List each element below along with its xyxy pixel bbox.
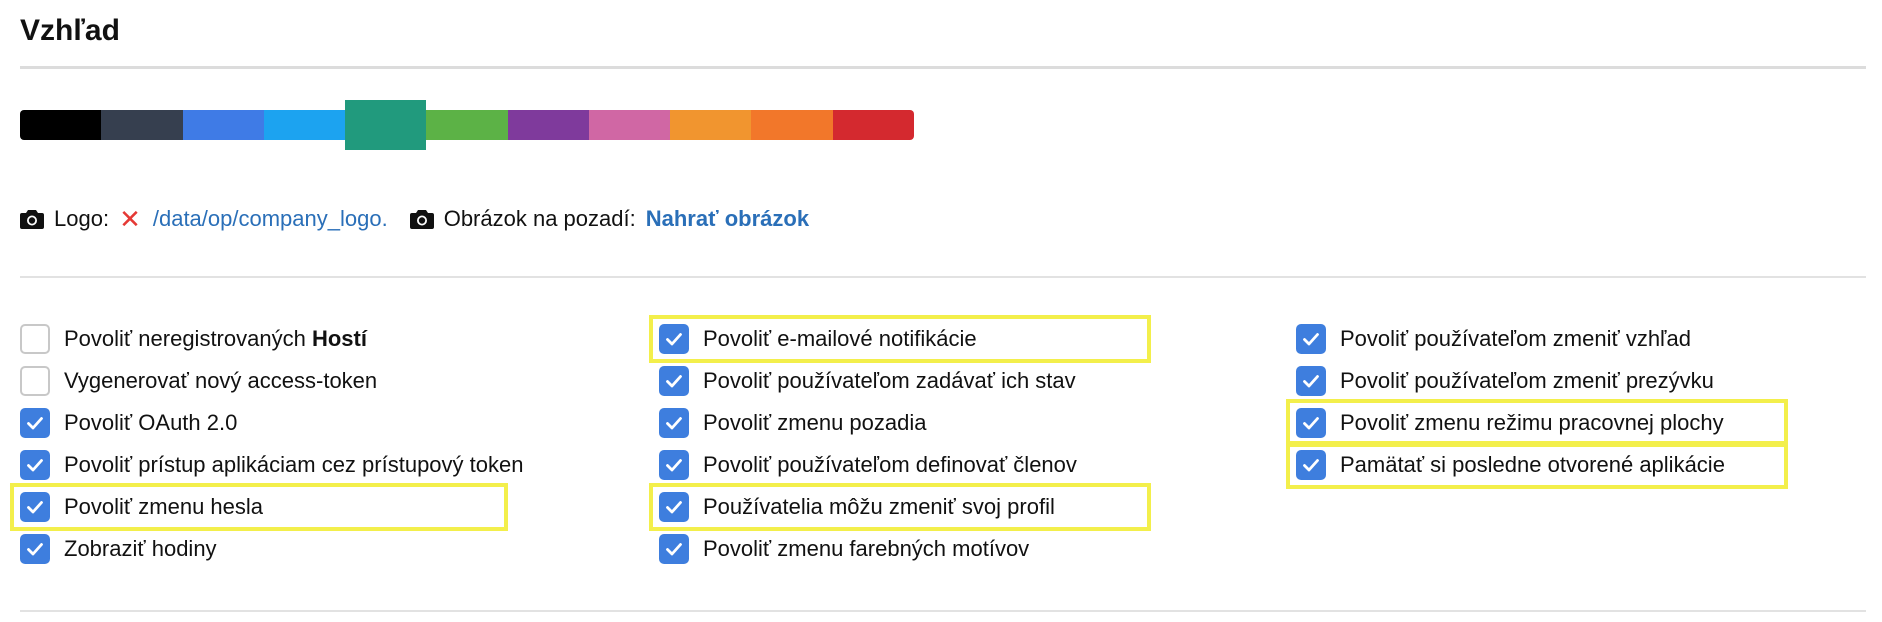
checkbox-checked[interactable] <box>659 534 689 564</box>
checkbox-checked[interactable] <box>20 450 50 480</box>
camera-icon <box>409 209 434 229</box>
remove-logo-icon[interactable]: ✕ <box>119 206 141 232</box>
option-label: Povoliť prístup aplikáciam cez prístupov… <box>64 452 524 477</box>
option-row[interactable]: Povoliť neregistrovaných Hostí <box>20 318 523 360</box>
option-label: Povoliť zmenu farebných motívov <box>703 536 1030 561</box>
option-label: Povoliť OAuth 2.0 <box>64 410 238 435</box>
option-label: Povoliť zmenu režimu pracovnej plochy <box>1340 410 1724 435</box>
option-label: Povoliť používateľom definovať členov <box>703 452 1077 477</box>
color-swatch[interactable] <box>263 110 346 140</box>
color-swatch[interactable] <box>751 110 833 140</box>
checkbox-checked[interactable] <box>659 450 689 480</box>
option-row[interactable]: Vygenerovať nový access-token <box>20 360 523 402</box>
option-label: Pamätať si posledne otvorené aplikácie <box>1340 452 1725 477</box>
checkbox-checked[interactable] <box>659 408 689 438</box>
checkbox-unchecked[interactable] <box>20 366 50 396</box>
background-label: Obrázok na pozadí: <box>443 206 636 231</box>
options-divider <box>20 276 1866 278</box>
color-swatch[interactable] <box>182 110 264 140</box>
camera-icon <box>20 209 44 229</box>
color-swatch[interactable] <box>832 110 914 140</box>
checkbox-checked[interactable] <box>1296 408 1326 438</box>
logo-path-link[interactable]: /data/op/company_logo. <box>153 206 388 232</box>
checkbox-checked[interactable] <box>20 408 50 438</box>
color-palette <box>20 100 914 150</box>
option-label: Povoliť používateľom zmeniť vzhľad <box>1340 326 1691 351</box>
color-swatch[interactable] <box>426 110 508 140</box>
option-row[interactable]: Používatelia môžu zmeniť svoj profil <box>649 483 1151 531</box>
option-row[interactable]: Povoliť používateľom zmeniť prezývku <box>1296 360 1725 402</box>
option-row[interactable]: Povoliť e-mailové notifikácie <box>649 315 1151 363</box>
option-label: Povoliť zmenu pozadia <box>703 410 927 435</box>
option-row[interactable]: Povoliť zmenu pozadia <box>659 402 1077 444</box>
color-swatch[interactable] <box>101 110 183 140</box>
option-label: Povoliť zmenu hesla <box>64 494 264 519</box>
title-divider <box>20 66 1866 69</box>
option-label: Povoliť používateľom zadávať ich stav <box>703 368 1076 393</box>
option-label: Povoliť neregistrovaných Hostí <box>64 326 367 351</box>
checkbox-checked[interactable] <box>659 492 689 522</box>
option-row[interactable]: Pamätať si posledne otvorené aplikácie <box>1286 441 1788 489</box>
option-label: Povoliť používateľom zmeniť prezývku <box>1340 368 1714 393</box>
color-swatch[interactable] <box>670 110 752 140</box>
option-row[interactable]: Povoliť zmenu režimu pracovnej plochy <box>1286 399 1788 447</box>
option-label: Používatelia môžu zmeniť svoj profil <box>703 494 1055 519</box>
checkbox-unchecked[interactable] <box>20 324 50 354</box>
color-swatch[interactable] <box>588 110 671 140</box>
options-column-1: Povoliť neregistrovaných Hostí Vygenerova… <box>10 318 523 570</box>
checkbox-checked[interactable] <box>20 534 50 564</box>
image-settings-row: Logo: ✕ /data/op/company_logo. Obrázok n… <box>20 204 809 234</box>
section-title: Vzhľad <box>20 14 120 47</box>
option-row[interactable]: Povoliť OAuth 2.0 <box>20 402 523 444</box>
color-swatch[interactable] <box>345 100 427 150</box>
option-row[interactable]: Zobraziť hodiny <box>20 528 523 570</box>
color-swatch[interactable] <box>507 110 589 140</box>
upload-background-link[interactable]: Nahrať obrázok <box>646 206 809 232</box>
checkbox-checked[interactable] <box>1296 450 1326 480</box>
option-row[interactable]: Povoliť zmenu hesla <box>10 483 523 531</box>
checkbox-checked[interactable] <box>659 324 689 354</box>
checkbox-checked[interactable] <box>659 366 689 396</box>
option-label: Povoliť e-mailové notifikácie <box>703 326 977 351</box>
appearance-settings: Vzhľad Logo: ✕ /data/op/company_logo. Ob… <box>0 0 1882 622</box>
option-row[interactable]: Povoliť používateľom zmeniť vzhľad <box>1296 318 1725 360</box>
option-label: Vygenerovať nový access-token <box>64 368 378 393</box>
option-row[interactable]: Povoliť prístup aplikáciam cez prístupov… <box>20 444 523 486</box>
option-row[interactable]: Povoliť používateľom definovať členov <box>659 444 1077 486</box>
option-row[interactable]: Povoliť zmenu farebných motívov <box>659 528 1077 570</box>
bottom-divider <box>20 610 1866 612</box>
logo-label: Logo: <box>54 206 110 231</box>
option-label-bold: Hostí <box>311 326 367 351</box>
option-row[interactable]: Povoliť používateľom zadávať ich stav <box>659 360 1077 402</box>
color-swatch[interactable] <box>20 110 102 140</box>
options-column-2: Povoliť e-mailové notifikácie Povoliť pou… <box>649 315 1151 570</box>
options-column-3: Povoliť používateľom zmeniť vzhľad Povoli… <box>1286 318 1788 489</box>
checkbox-checked[interactable] <box>20 492 50 522</box>
option-label: Zobraziť hodiny <box>64 536 217 561</box>
checkbox-checked[interactable] <box>1296 366 1326 396</box>
checkbox-checked[interactable] <box>1296 324 1326 354</box>
